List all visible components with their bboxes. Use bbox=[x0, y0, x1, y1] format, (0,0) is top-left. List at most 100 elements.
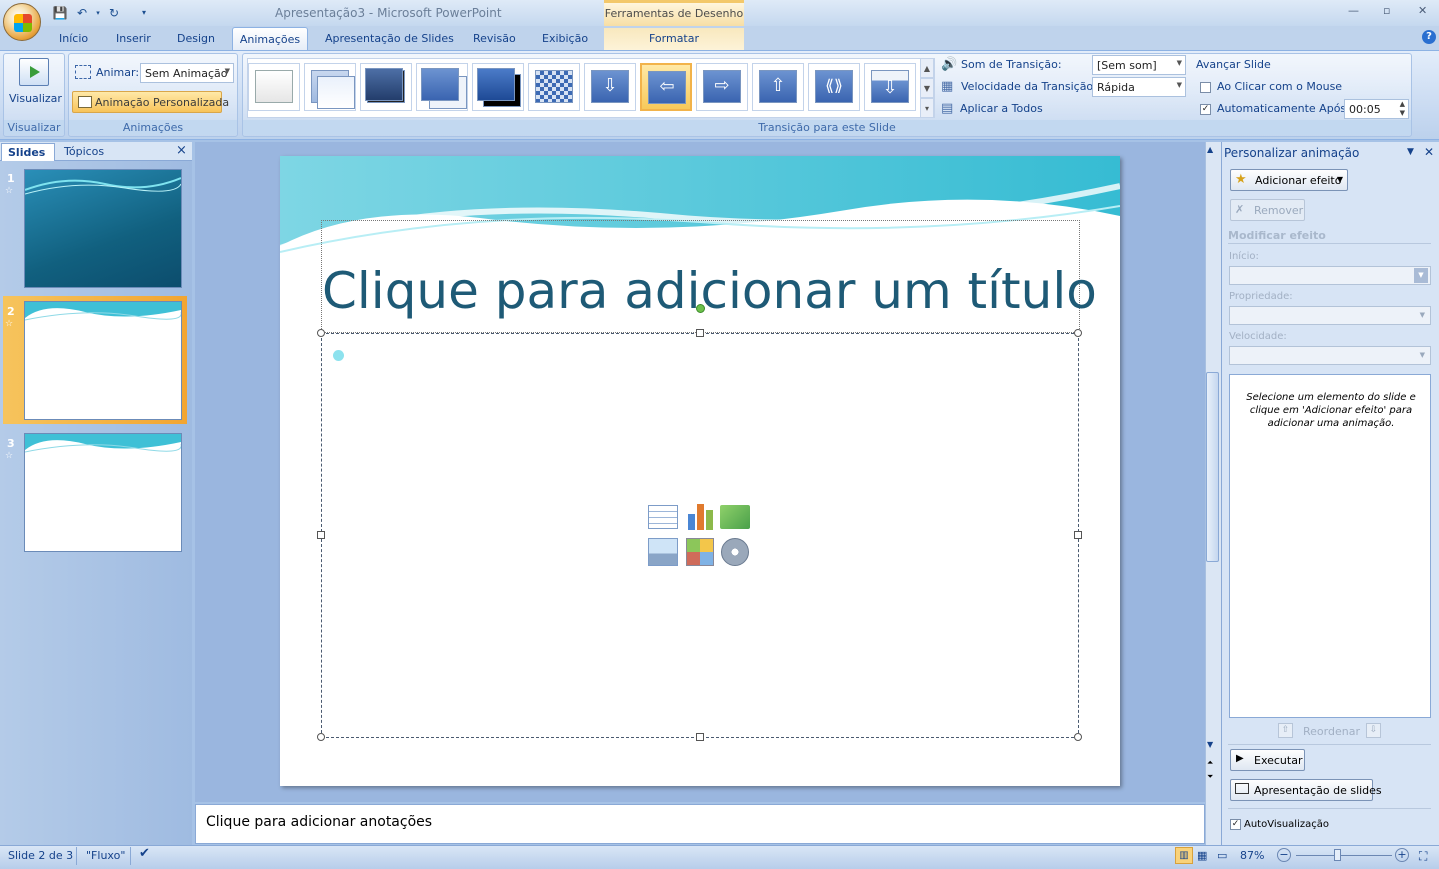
play-button[interactable]: ▶ Executar bbox=[1230, 749, 1305, 771]
tab-topicos[interactable]: Tópicos bbox=[58, 143, 110, 161]
transition-cut-black[interactable] bbox=[472, 63, 524, 111]
resize-handle[interactable] bbox=[1074, 531, 1082, 539]
close-button[interactable]: ✕ bbox=[1418, 4, 1427, 17]
slide-thumbnail-1[interactable] bbox=[24, 169, 182, 288]
sound-dropdown[interactable]: [Sem som] ▼ bbox=[1092, 55, 1186, 75]
transition-none[interactable] bbox=[248, 63, 300, 111]
fit-to-window-icon[interactable]: ⛶ bbox=[1419, 849, 1427, 864]
tab-formatar[interactable]: Formatar bbox=[604, 28, 744, 50]
tab-animacoes[interactable]: Animações bbox=[232, 27, 308, 51]
undo-icon[interactable]: ↶ bbox=[74, 5, 90, 21]
gallery-more-icon[interactable]: ▾ bbox=[920, 98, 934, 118]
tab-inserir[interactable]: Inserir bbox=[110, 28, 157, 50]
apply-all-icon: ▤ bbox=[941, 101, 954, 116]
animations-group-label: Animações bbox=[69, 120, 237, 135]
insert-chart-icon[interactable] bbox=[686, 502, 716, 530]
zoom-out-icon[interactable]: − bbox=[1277, 848, 1291, 862]
previous-slide-icon[interactable]: ⏶ bbox=[1207, 758, 1213, 768]
on-click-checkbox[interactable] bbox=[1200, 82, 1211, 93]
add-effect-button[interactable]: ★ Adicionar efeito ▼ bbox=[1230, 169, 1348, 191]
animate-dropdown[interactable]: Sem Animação ▼ bbox=[140, 63, 234, 83]
zoom-in-icon[interactable]: + bbox=[1395, 848, 1409, 862]
spelling-check-icon[interactable]: ✔ bbox=[139, 846, 150, 861]
next-slide-icon[interactable]: ⏷ bbox=[1207, 772, 1213, 782]
insert-media-icon[interactable] bbox=[721, 538, 749, 566]
transition-dissolve[interactable] bbox=[528, 63, 580, 111]
normal-view-icon[interactable]: ▥ bbox=[1175, 847, 1193, 864]
resize-handle[interactable] bbox=[317, 733, 325, 741]
wave-decoration bbox=[25, 302, 181, 321]
auto-after-spinner[interactable]: 00:05 ▲ ▼ bbox=[1344, 99, 1409, 119]
transition-fade-smooth[interactable] bbox=[304, 63, 356, 111]
zoom-slider[interactable] bbox=[1296, 855, 1392, 856]
scroll-down-icon[interactable]: ▼ bbox=[1207, 740, 1213, 749]
transition-wipe-up[interactable]: ⇧ bbox=[752, 63, 804, 111]
resize-handle[interactable] bbox=[1074, 733, 1082, 741]
redo-icon[interactable]: ↻ bbox=[106, 5, 122, 21]
zoom-slider-thumb[interactable] bbox=[1334, 849, 1342, 861]
scroll-up-icon[interactable]: ▲ bbox=[1207, 145, 1213, 154]
content-placeholder-box[interactable] bbox=[321, 333, 1079, 738]
task-pane-menu-icon[interactable]: ▼ bbox=[1407, 147, 1414, 157]
undo-dropdown-icon[interactable]: ▾ bbox=[90, 5, 106, 21]
resize-handle[interactable] bbox=[1074, 329, 1082, 337]
rotation-handle[interactable] bbox=[696, 304, 705, 313]
transition-cut[interactable] bbox=[416, 63, 468, 111]
on-click-label: Ao Clicar com o Mouse bbox=[1217, 80, 1343, 93]
tab-inicio[interactable]: Início bbox=[53, 28, 94, 50]
tab-apresentacao[interactable]: Apresentação de Slides bbox=[319, 28, 460, 50]
zoom-level[interactable]: 87% bbox=[1240, 849, 1264, 862]
custom-animation-label: Animação Personalizada bbox=[95, 96, 230, 109]
slide-thumbnail-2[interactable] bbox=[24, 301, 182, 420]
notes-placeholder[interactable]: Clique para adicionar anotações bbox=[206, 814, 432, 830]
slide-show-view-icon[interactable]: ▭ bbox=[1217, 849, 1227, 862]
slide-title-placeholder[interactable]: Clique para adicionar um título bbox=[322, 262, 1097, 320]
tab-slides[interactable]: Slides bbox=[1, 143, 55, 161]
insert-picture-icon[interactable] bbox=[648, 538, 678, 566]
preview-button[interactable]: Visualizar bbox=[9, 92, 62, 105]
speed-effect-dropdown[interactable]: ▼ bbox=[1229, 346, 1431, 365]
autopreview-checkbox[interactable]: ✓ bbox=[1230, 819, 1241, 830]
slide-sorter-icon[interactable]: ▦ bbox=[1197, 849, 1207, 862]
maximize-button[interactable]: ▫ bbox=[1383, 4, 1390, 17]
save-icon[interactable]: 💾 bbox=[52, 5, 68, 21]
gallery-scroll-down-icon[interactable]: ▼ bbox=[920, 78, 934, 98]
slide-show-button[interactable]: Apresentação de slides bbox=[1230, 779, 1382, 801]
close-pane-icon[interactable]: × bbox=[176, 143, 187, 158]
start-dropdown[interactable]: ▼ bbox=[1229, 266, 1431, 285]
transition-fade-black[interactable] bbox=[360, 63, 412, 111]
reorder-up-icon[interactable]: ⇧ bbox=[1278, 723, 1293, 738]
apply-all-button[interactable]: Aplicar a Todos bbox=[960, 102, 1043, 115]
resize-handle[interactable] bbox=[317, 531, 325, 539]
property-dropdown[interactable]: ▼ bbox=[1229, 306, 1431, 325]
auto-after-checkbox[interactable]: ✓ bbox=[1200, 104, 1211, 115]
slide-thumbnail-3[interactable] bbox=[24, 433, 182, 552]
divider bbox=[1228, 808, 1431, 809]
office-button[interactable] bbox=[3, 3, 41, 41]
animation-list[interactable]: Selecione um elemento do slide e clique … bbox=[1229, 374, 1431, 718]
insert-clipart-icon[interactable] bbox=[686, 538, 714, 566]
customize-quick-access-icon[interactable]: ▾ bbox=[136, 5, 152, 21]
minimize-button[interactable]: — bbox=[1348, 4, 1359, 17]
insert-table-icon[interactable] bbox=[648, 505, 678, 529]
tab-revisao[interactable]: Revisão bbox=[467, 28, 522, 50]
help-icon[interactable]: ? bbox=[1422, 30, 1436, 44]
speed-dropdown[interactable]: Rápida ▼ bbox=[1092, 77, 1186, 97]
transition-box-in[interactable]: ⟪⟫ bbox=[808, 63, 860, 111]
remove-button[interactable]: ✗ Remover bbox=[1230, 199, 1305, 221]
reorder-down-icon[interactable]: ⇩ bbox=[1366, 723, 1381, 738]
tab-exibicao[interactable]: Exibição bbox=[536, 28, 594, 50]
task-pane-close-icon[interactable]: ✕ bbox=[1424, 145, 1434, 159]
transition-wipe-right[interactable]: ⇨ bbox=[696, 63, 748, 111]
resize-handle[interactable] bbox=[317, 329, 325, 337]
transition-wipe-down[interactable]: ⇩ bbox=[584, 63, 636, 111]
transition-cover-down[interactable]: ⇩ bbox=[864, 63, 916, 111]
tab-design[interactable]: Design bbox=[171, 28, 221, 50]
insert-smartart-icon[interactable] bbox=[720, 505, 750, 529]
scroll-thumb[interactable] bbox=[1206, 372, 1219, 562]
gallery-scroll-up-icon[interactable]: ▲ bbox=[920, 58, 934, 78]
custom-animation-button[interactable]: Animação Personalizada bbox=[72, 91, 229, 113]
resize-handle[interactable] bbox=[696, 733, 704, 741]
resize-handle[interactable] bbox=[696, 329, 704, 337]
transition-wipe-left[interactable]: ⇦ bbox=[640, 63, 692, 111]
